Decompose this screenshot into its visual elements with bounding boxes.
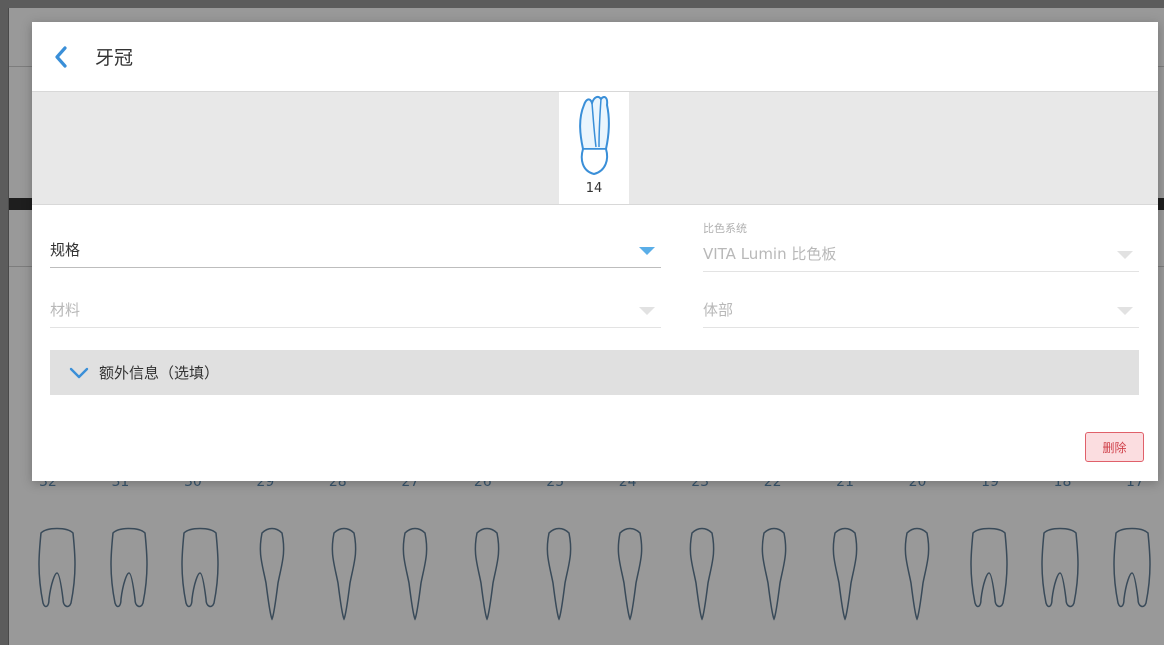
shade-system-label: 比色系统 xyxy=(703,222,747,235)
selected-tooth[interactable]: 14 xyxy=(559,92,629,204)
extra-info-label: 额外信息（选填） xyxy=(99,364,220,382)
crown-dialog: 牙冠 14 规格 比色系统 VITA Lumin 比色板 材料 体部 额外信息（… xyxy=(32,22,1158,481)
shade-system-value: VITA Lumin 比色板 xyxy=(703,245,837,263)
dialog-title: 牙冠 xyxy=(95,47,134,69)
tooth-number: 14 xyxy=(585,181,603,196)
extra-info-toggle[interactable]: 额外信息（选填） xyxy=(50,350,1139,395)
body-select[interactable]: 体部 xyxy=(703,288,1139,328)
spec-select[interactable]: 规格 xyxy=(50,228,661,268)
shade-system-select[interactable]: 比色系统 VITA Lumin 比色板 xyxy=(703,222,1139,272)
chevron-down-icon xyxy=(639,307,655,315)
body-value: 体部 xyxy=(703,301,734,319)
dialog-header: 牙冠 xyxy=(32,22,1158,91)
chevron-down-icon xyxy=(69,367,89,378)
material-select[interactable]: 材料 xyxy=(50,288,661,328)
spec-value: 规格 xyxy=(50,241,81,259)
material-value: 材料 xyxy=(50,301,81,319)
tooth-strip: 14 xyxy=(32,91,1158,205)
back-arrow-icon[interactable] xyxy=(50,45,72,68)
delete-button[interactable]: 删除 xyxy=(1085,432,1144,462)
chevron-down-icon xyxy=(1117,307,1133,315)
chevron-down-icon xyxy=(1117,251,1133,259)
tooth-icon xyxy=(579,95,610,176)
chevron-down-icon xyxy=(639,247,655,255)
crown-form: 规格 比色系统 VITA Lumin 比色板 材料 体部 额外信息（选填） 删除 xyxy=(32,205,1158,475)
